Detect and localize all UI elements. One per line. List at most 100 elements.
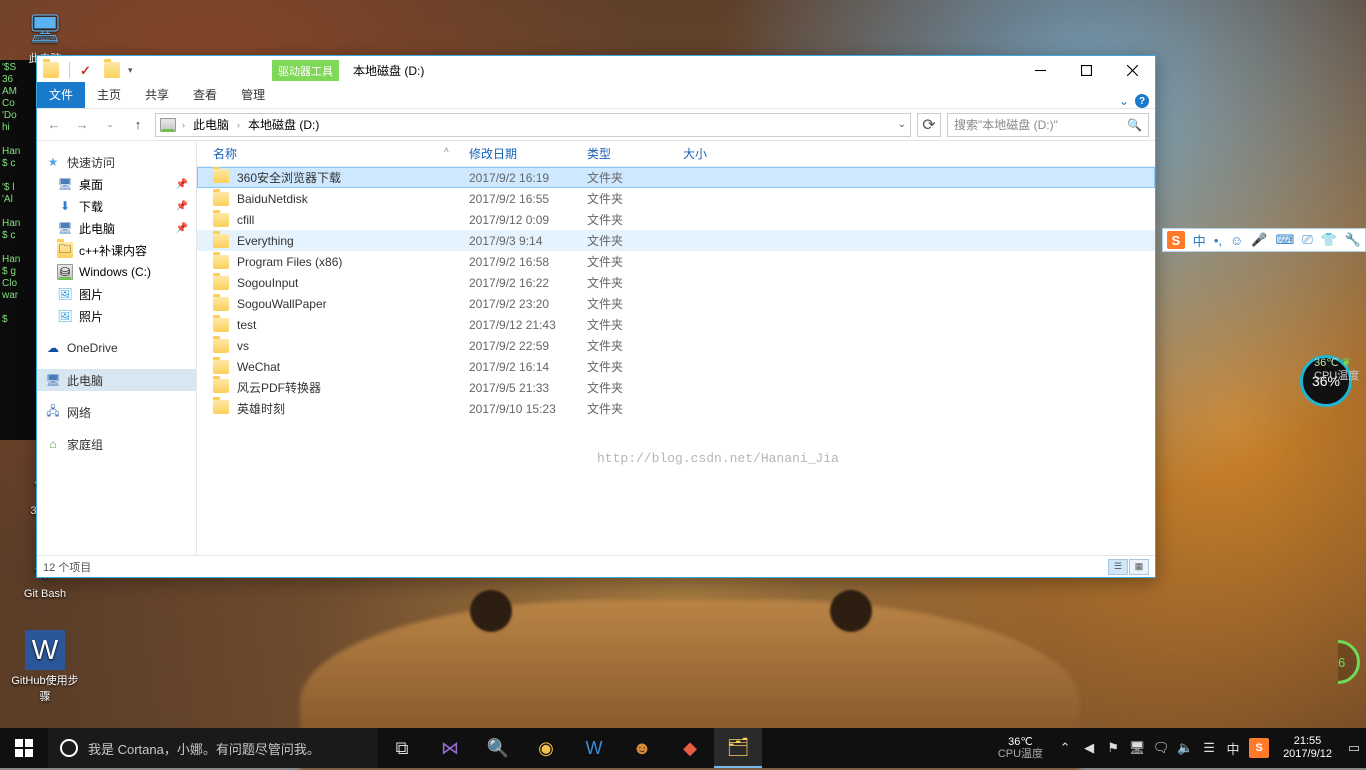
address-dropdown-icon[interactable]: ⌄: [898, 119, 906, 130]
sogou-logo-icon[interactable]: S: [1167, 231, 1185, 249]
taskbar-app-chrome[interactable]: ◉: [522, 728, 570, 768]
item-count: 12 个项目: [43, 559, 91, 575]
search-icon[interactable]: 🔍: [1127, 118, 1142, 132]
ime-voice-button[interactable]: 🎤: [1251, 232, 1267, 248]
tray-ime-indicator[interactable]: 中: [1225, 740, 1241, 756]
tray-sogou-icon[interactable]: S: [1249, 738, 1269, 758]
sidebar-this-pc[interactable]: 🖥此电脑: [37, 369, 196, 391]
file-row[interactable]: WeChat2017/9/2 16:14文件夹: [197, 356, 1155, 377]
ime-keyboard-button[interactable]: ⌨: [1275, 232, 1294, 248]
qat-menu-icon[interactable]: ▾: [128, 66, 136, 74]
taskbar-app-word[interactable]: W: [570, 728, 618, 768]
tray-chat-icon[interactable]: 🗨: [1153, 740, 1169, 756]
file-row[interactable]: cfill2017/9/12 0:09文件夹: [197, 209, 1155, 230]
start-button[interactable]: [0, 728, 48, 768]
sidebar-network[interactable]: 🖧网络: [37, 401, 196, 423]
monitor-icon: 🖥: [25, 8, 65, 48]
view-large-icons-button[interactable]: ▦: [1129, 559, 1149, 575]
tray-cpu-temp[interactable]: 36℃CPU温度: [992, 736, 1049, 760]
ime-skin-button[interactable]: 👕: [1321, 232, 1337, 248]
back-button[interactable]: ←: [43, 114, 65, 136]
sidebar-item-quick-2[interactable]: 🖥此电脑📌: [37, 217, 196, 239]
tray-clock[interactable]: 21:552017/9/12: [1277, 735, 1338, 761]
column-name[interactable]: 名称˄: [207, 145, 463, 162]
ribbon-expand-icon[interactable]: ⌄: [1119, 94, 1129, 108]
properties-icon[interactable]: [80, 63, 94, 77]
taskbar-app-visual-studio[interactable]: ⋈: [426, 728, 474, 768]
ime-emoji-button[interactable]: ☺: [1230, 233, 1243, 248]
mon-icon: 🖥: [57, 176, 73, 192]
address-bar[interactable]: › 此电脑 › 本地磁盘 (D:) ⌄: [155, 113, 911, 137]
sidebar-onedrive[interactable]: ☁OneDrive: [37, 337, 196, 359]
sidebar-item-quick-3[interactable]: 🗀c++补课内容: [37, 239, 196, 261]
taskbar-app-explorer[interactable]: 🗂: [714, 728, 762, 768]
chevron-right-icon[interactable]: ›: [237, 120, 240, 130]
view-details-button[interactable]: ☰: [1108, 559, 1128, 575]
taskbar-app-app-orange[interactable]: ☻: [618, 728, 666, 768]
column-date[interactable]: 修改日期: [463, 145, 581, 162]
search-box[interactable]: 搜索"本地磁盘 (D:)" 🔍: [947, 113, 1149, 137]
ime-settings-button[interactable]: 🔧: [1345, 232, 1361, 248]
file-row[interactable]: SogouWallPaper2017/9/2 23:20文件夹: [197, 293, 1155, 314]
tab-manage[interactable]: 管理: [229, 82, 277, 108]
desktop-icon-word-doc[interactable]: WGitHub使用步骤: [8, 630, 82, 704]
file-row[interactable]: 风云PDF转换器2017/9/5 21:33文件夹: [197, 377, 1155, 398]
navigation-pane[interactable]: ★快速访问 🖥桌面📌⬇下载📌🖥此电脑📌🗀c++补课内容⛁Windows (C:)…: [37, 141, 197, 555]
action-center-icon[interactable]: ▭: [1346, 740, 1362, 756]
maximize-button[interactable]: [1063, 56, 1109, 84]
leaf-icon: ❦: [1342, 357, 1351, 369]
folder-icon: [213, 169, 229, 183]
file-row[interactable]: Program Files (x86)2017/9/2 16:58文件夹: [197, 251, 1155, 272]
tab-share[interactable]: 共享: [133, 82, 181, 108]
ime-toolbar[interactable]: S 中 •, ☺ 🎤 ⌨ ⎚ 👕 🔧: [1162, 228, 1366, 252]
tab-view[interactable]: 查看: [181, 82, 229, 108]
minimize-button[interactable]: [1017, 56, 1063, 84]
file-row[interactable]: test2017/9/12 21:43文件夹: [197, 314, 1155, 335]
tab-home[interactable]: 主页: [85, 82, 133, 108]
sidebar-quick-access[interactable]: ★快速访问: [37, 151, 196, 173]
file-row[interactable]: Everything2017/9/3 9:14文件夹: [197, 230, 1155, 251]
file-row[interactable]: vs2017/9/2 22:59文件夹: [197, 335, 1155, 356]
sidebar-item-quick-1[interactable]: ⬇下载📌: [37, 195, 196, 217]
titlebar[interactable]: ▾ 驱动器工具 本地磁盘 (D:): [37, 56, 1155, 84]
sidebar-item-quick-5[interactable]: 🖼图片: [37, 283, 196, 305]
tray-overflow-icon[interactable]: ⌃: [1057, 740, 1073, 756]
ime-lang-button[interactable]: 中: [1193, 231, 1206, 250]
cortana-search[interactable]: 我是 Cortana，小娜。有问题尽管问我。: [48, 728, 378, 768]
breadcrumb-drive-d[interactable]: 本地磁盘 (D:): [246, 116, 321, 133]
tab-file[interactable]: 文件: [37, 82, 85, 108]
help-icon[interactable]: ?: [1135, 94, 1149, 108]
cpu-temp-readout: 36℃ ❦CPU温度: [1314, 357, 1359, 383]
chevron-right-icon[interactable]: ›: [182, 120, 185, 130]
taskbar-app-task-view[interactable]: ⧉: [378, 728, 426, 768]
column-headers[interactable]: 名称˄ 修改日期 类型 大小: [197, 141, 1155, 167]
refresh-button[interactable]: ⟳: [917, 113, 941, 137]
tray-flag-icon[interactable]: ⚑: [1105, 740, 1121, 756]
sidebar-item-quick-4[interactable]: ⛁Windows (C:): [37, 261, 196, 283]
column-type[interactable]: 类型: [581, 145, 677, 162]
new-folder-icon[interactable]: [104, 62, 120, 78]
ime-softkb-button[interactable]: ⎚: [1302, 232, 1312, 248]
tray-menu-icon[interactable]: ☰: [1201, 740, 1217, 756]
forward-button[interactable]: →: [71, 114, 93, 136]
column-size[interactable]: 大小: [677, 145, 737, 162]
sidebar-item-quick-0[interactable]: 🖥桌面📌: [37, 173, 196, 195]
file-row[interactable]: SogouInput2017/9/2 16:22文件夹: [197, 272, 1155, 293]
drive-tools-contextual-tab[interactable]: 驱动器工具: [272, 60, 339, 81]
tray-app-icon[interactable]: ◀: [1081, 740, 1097, 756]
file-row[interactable]: 360安全浏览器下载2017/9/2 16:19文件夹: [197, 167, 1155, 188]
tray-monitor-icon[interactable]: 🖥: [1129, 740, 1145, 756]
sidebar-item-quick-6[interactable]: 🖼照片: [37, 305, 196, 327]
file-row[interactable]: 英雄时刻2017/9/10 15:23文件夹: [197, 398, 1155, 419]
sidebar-homegroup[interactable]: ⌂家庭组: [37, 433, 196, 455]
recent-locations-button[interactable]: ⌄: [99, 114, 121, 136]
file-row[interactable]: BaiduNetdisk2017/9/2 16:55文件夹: [197, 188, 1155, 209]
tray-volume-icon[interactable]: 🔈: [1177, 740, 1193, 756]
up-button[interactable]: ↑: [127, 114, 149, 136]
taskbar-app-everything[interactable]: 🔍: [474, 728, 522, 768]
taskbar-app-git[interactable]: ◆: [666, 728, 714, 768]
breadcrumb-this-pc[interactable]: 此电脑: [191, 116, 231, 133]
close-button[interactable]: [1109, 56, 1155, 84]
homegroup-icon: ⌂: [45, 436, 61, 452]
ime-punct-button[interactable]: •,: [1214, 233, 1222, 248]
